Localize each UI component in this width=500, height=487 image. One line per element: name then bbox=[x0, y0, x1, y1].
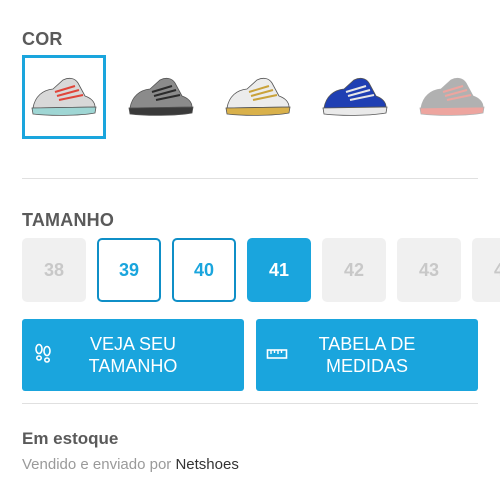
ruler-icon bbox=[266, 349, 288, 359]
sneaker-image bbox=[31, 77, 97, 116]
color-section-label: COR bbox=[22, 29, 63, 49]
size-option-41[interactable]: 41 bbox=[247, 238, 311, 302]
color-swatch-royal-blue[interactable] bbox=[313, 55, 397, 139]
find-size-button[interactable]: VEJA SEU TAMANHO bbox=[22, 319, 244, 391]
color-swatch-grey-black[interactable] bbox=[119, 55, 203, 139]
size-option-39[interactable]: 39 bbox=[97, 238, 161, 302]
size-section-label: TAMANHO bbox=[22, 210, 115, 230]
color-swatch-list bbox=[22, 55, 500, 139]
size-chart-button[interactable]: TABELA DE MEDIDAS bbox=[256, 319, 478, 391]
divider bbox=[22, 178, 478, 179]
color-swatch-white-black-red[interactable] bbox=[22, 55, 106, 139]
sneaker-image bbox=[225, 77, 291, 116]
size-option-42: 42 bbox=[322, 238, 386, 302]
stock-status: Em estoque bbox=[22, 429, 119, 448]
color-swatch-black-red[interactable] bbox=[410, 55, 494, 139]
size-option-38: 38 bbox=[22, 238, 86, 302]
sneaker-image bbox=[322, 77, 388, 116]
seller-info: Vendido e enviado por Netshoes bbox=[22, 456, 239, 473]
sneaker-image bbox=[128, 77, 194, 116]
footprints-icon bbox=[35, 343, 51, 363]
divider bbox=[22, 403, 478, 404]
size-option-40[interactable]: 40 bbox=[172, 238, 236, 302]
seller-link[interactable]: Netshoes bbox=[175, 456, 238, 473]
size-option-43: 43 bbox=[397, 238, 461, 302]
sold-by-label: Vendido e enviado por bbox=[22, 456, 172, 473]
find-size-label: VEJA SEU TAMANHO bbox=[88, 334, 178, 376]
size-option-44: 44 bbox=[472, 238, 500, 302]
sneaker-image bbox=[419, 77, 485, 116]
size-option-list: 38394041424344 bbox=[22, 238, 500, 302]
size-chart-label: TABELA DE MEDIDAS bbox=[318, 334, 416, 376]
color-swatch-white-gold[interactable] bbox=[216, 55, 300, 139]
